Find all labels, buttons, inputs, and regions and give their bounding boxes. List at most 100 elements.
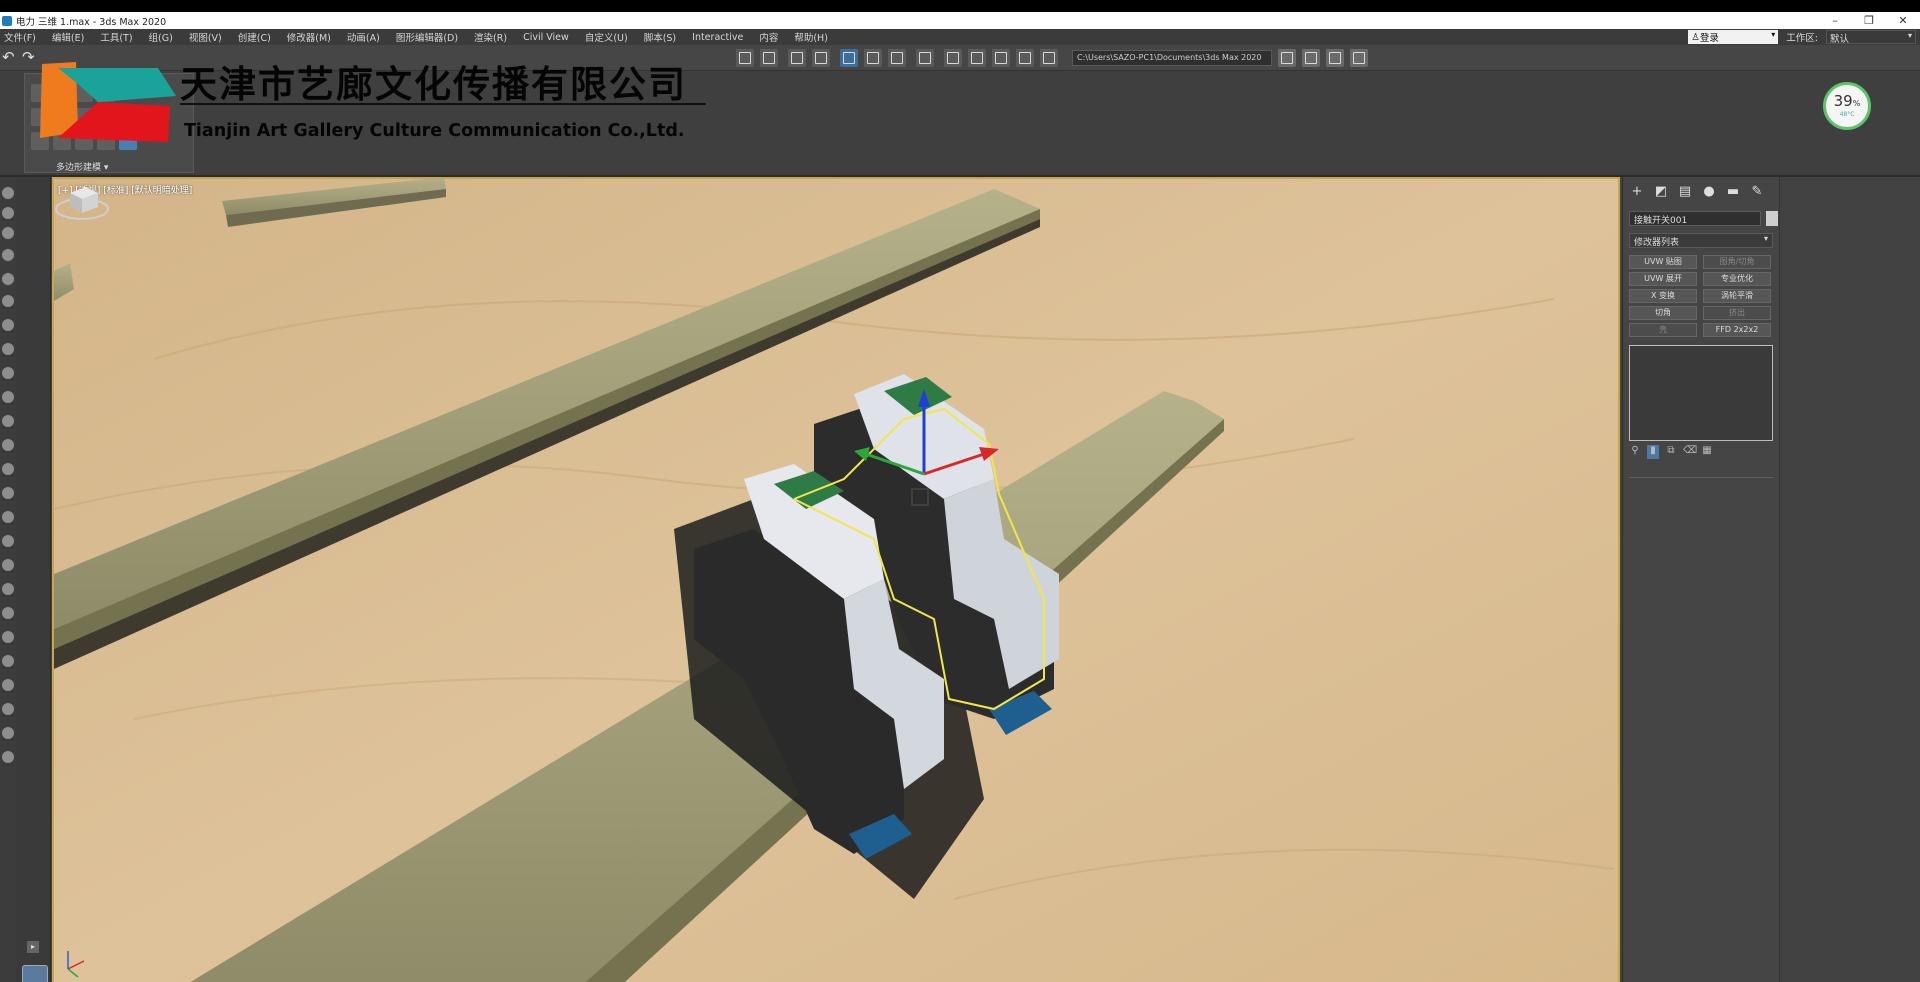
tool-icon[interactable]	[2, 391, 14, 403]
tool-icon[interactable]	[2, 583, 14, 595]
tool-icon[interactable]	[2, 727, 14, 739]
viewcube-icon[interactable]	[54, 179, 110, 223]
performance-gauge[interactable]: 39% 48°C	[1823, 82, 1871, 130]
tool-icon[interactable]	[2, 367, 14, 379]
modifier-pro-optimizer-button[interactable]: 专业优化	[1703, 272, 1771, 286]
set-project-icon[interactable]	[1350, 49, 1368, 67]
menu-customize[interactable]: 自定义(U)	[581, 30, 640, 44]
a360-gallery-icon[interactable]	[1040, 49, 1058, 67]
tool-icon[interactable]	[2, 439, 14, 451]
tool-icon[interactable]	[2, 227, 14, 239]
tool-icon[interactable]	[2, 415, 14, 427]
tool-icon[interactable]	[2, 207, 14, 219]
modifier-list-dropdown[interactable]: 修改器列表 ▾	[1629, 233, 1773, 248]
render-setup-icon[interactable]	[944, 49, 962, 67]
redo-icon[interactable]: ↷	[22, 49, 38, 65]
tool-icon[interactable]	[2, 559, 14, 571]
tool-icon[interactable]	[2, 511, 14, 523]
menu-animation[interactable]: 动画(A)	[343, 30, 392, 44]
scene-explorer-icon[interactable]	[788, 49, 806, 67]
make-unique-icon[interactable]: ⧉	[1665, 445, 1677, 459]
close-button[interactable]: ✕	[1886, 14, 1920, 27]
tool-icon[interactable]	[2, 463, 14, 475]
menu-edit[interactable]: 编辑(E)	[48, 30, 96, 44]
menu-tools[interactable]: 工具(T)	[96, 30, 144, 44]
project-folder-icon[interactable]	[1278, 49, 1296, 67]
menu-views[interactable]: 视图(V)	[185, 30, 234, 44]
modifier-turbosmooth-button[interactable]: 涡轮平滑	[1703, 289, 1771, 303]
tool-icon[interactable]	[2, 679, 14, 691]
tool-icon[interactable]	[2, 295, 14, 307]
remove-modifier-icon[interactable]: ⌫	[1683, 445, 1697, 459]
menu-help[interactable]: 帮助(H)	[790, 30, 840, 44]
layer-explorer-icon[interactable]	[812, 49, 830, 67]
modifier-unwrap-uvw-button[interactable]: UVW 展开	[1629, 272, 1697, 286]
tool-icon[interactable]	[2, 535, 14, 547]
material-editor-icon[interactable]	[916, 49, 934, 67]
polygon-modeling-caption[interactable]: 多边形建模 ▾	[56, 160, 108, 173]
project-path-field[interactable]: C:\Users\SAZO-PC1\Documents\3ds Max 2020	[1072, 50, 1272, 66]
bitmap-path-icon[interactable]	[1326, 49, 1344, 67]
menu-create[interactable]: 创建(C)	[234, 30, 283, 44]
display-tab-icon[interactable]: ▬	[1725, 185, 1741, 199]
tool-icon[interactable]	[2, 187, 14, 199]
tool-icon[interactable]	[2, 343, 14, 355]
viewport-layout-strip	[16, 177, 51, 982]
schematic-view-icon[interactable]	[888, 49, 906, 67]
tool-icon[interactable]	[2, 751, 14, 763]
hierarchy-tab-icon[interactable]: ▤	[1677, 185, 1693, 199]
modifier-chamfer-fillet-button[interactable]: 图角/切角	[1703, 255, 1771, 269]
modifier-extrude-button[interactable]: 挤出	[1703, 306, 1771, 320]
tool-icon[interactable]	[2, 273, 14, 285]
align-icon[interactable]	[760, 49, 778, 67]
modifier-shell-button[interactable]: 壳	[1629, 323, 1697, 337]
object-name-field[interactable]: 接触开关001	[1629, 211, 1761, 226]
tool-icon[interactable]	[2, 319, 14, 331]
menu-civil-view[interactable]: Civil View	[519, 32, 581, 43]
user-icon: ♙	[1691, 31, 1700, 43]
asset-tracking-icon[interactable]	[1302, 49, 1320, 67]
viewport-layout-tab[interactable]	[22, 965, 48, 982]
rendered-frame-icon[interactable]	[968, 49, 986, 67]
render-in-cloud-icon[interactable]	[1016, 49, 1034, 67]
tool-icon[interactable]	[2, 703, 14, 715]
mirror-icon[interactable]	[736, 49, 754, 67]
modifier-uvw-map-button[interactable]: UVW 贴图	[1629, 255, 1697, 269]
modifier-ffd-button[interactable]: FFD 2x2x2	[1703, 323, 1771, 337]
modifier-xform-button[interactable]: X 变换	[1629, 289, 1697, 303]
pin-stack-icon[interactable]: ⚲	[1629, 445, 1641, 459]
menu-graph-editors[interactable]: 图形编辑器(D)	[392, 30, 470, 44]
show-end-result-icon[interactable]: ▮	[1647, 445, 1659, 459]
menu-interactive[interactable]: Interactive	[688, 32, 755, 43]
menu-content[interactable]: 内容	[755, 30, 790, 44]
menu-file[interactable]: 文件(F)	[0, 30, 48, 44]
utilities-tab-icon[interactable]: ✎	[1749, 185, 1765, 199]
modifier-chamfer-button[interactable]: 切角	[1629, 306, 1697, 320]
login-dropdown[interactable]: ♙ 登录 ▾	[1688, 30, 1779, 44]
restore-button[interactable]: ❐	[1852, 14, 1886, 27]
perspective-viewport[interactable]: [+] [透视] [标准] [默认明暗处理]	[52, 177, 1620, 982]
configure-sets-icon[interactable]: ▦	[1701, 445, 1713, 459]
expand-timeline-icon[interactable]: ▸	[27, 941, 39, 953]
minimize-button[interactable]: –	[1818, 14, 1852, 27]
tool-icon[interactable]	[2, 655, 14, 667]
tool-icon[interactable]	[2, 631, 14, 643]
motion-tab-icon[interactable]: ●	[1701, 185, 1717, 199]
render-production-icon[interactable]	[992, 49, 1010, 67]
create-tab-icon[interactable]: +	[1629, 185, 1645, 199]
tool-icon[interactable]	[2, 607, 14, 619]
menu-rendering[interactable]: 渲染(R)	[470, 30, 519, 44]
tool-icon[interactable]	[2, 249, 14, 261]
curve-editor-icon[interactable]	[864, 49, 882, 67]
modifier-stack[interactable]	[1629, 345, 1773, 441]
menu-scripting[interactable]: 脚本(S)	[640, 30, 688, 44]
undo-icon[interactable]: ↶	[2, 49, 18, 65]
menu-modifiers[interactable]: 修改器(M)	[283, 30, 343, 44]
tool-icon[interactable]	[2, 487, 14, 499]
modifier-list-label: 修改器列表	[1634, 238, 1680, 248]
object-color-swatch[interactable]	[1766, 211, 1778, 226]
workspace-dropdown[interactable]: 默认 ▾	[1826, 30, 1916, 45]
menu-group[interactable]: 组(G)	[145, 30, 185, 44]
toggle-ribbon-icon[interactable]	[840, 49, 858, 67]
modify-tab-icon[interactable]: ◩	[1653, 185, 1669, 199]
